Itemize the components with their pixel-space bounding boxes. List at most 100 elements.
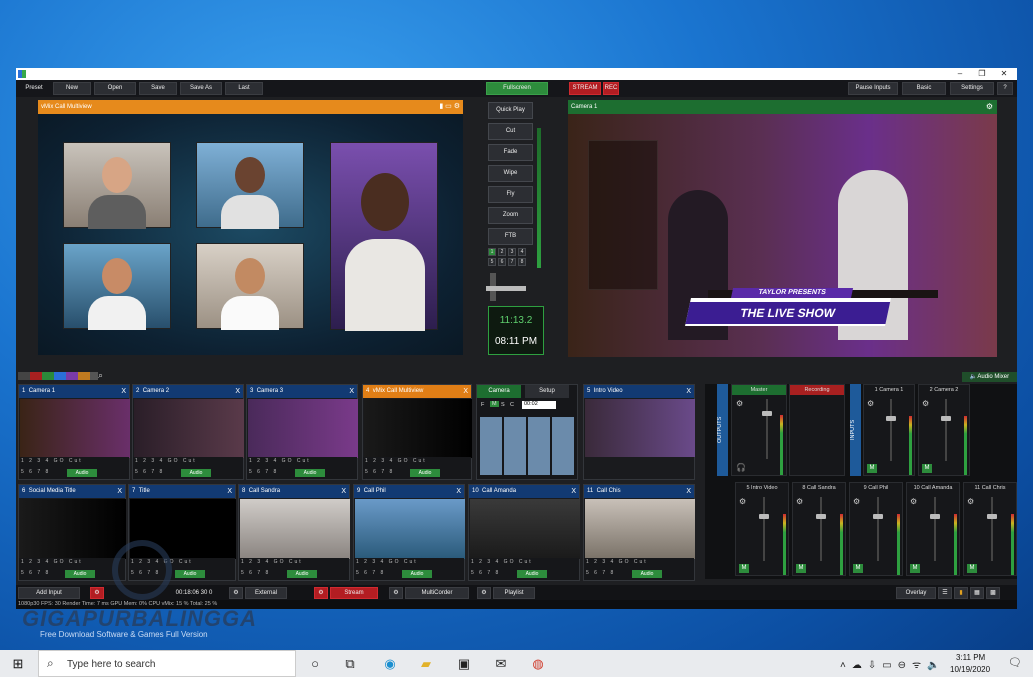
transition-8[interactable]: 8 — [518, 258, 526, 266]
wipe-button[interactable]: Wipe — [488, 165, 533, 182]
call-m-button[interactable]: M — [490, 401, 499, 407]
chrome-icon[interactable]: ◍ — [528, 654, 548, 674]
master-fader[interactable] — [762, 411, 772, 416]
notification-icon[interactable]: 🗨 — [1008, 656, 1022, 669]
channel-mute-button[interactable]: M — [867, 464, 877, 473]
cortana-icon[interactable]: ○ — [305, 654, 325, 674]
input-9-close-button[interactable]: X — [456, 485, 461, 498]
input-3-header[interactable]: 3 Camera 3X — [247, 385, 357, 398]
cut-button[interactable]: Cut — [488, 123, 533, 140]
input-10-audio-button[interactable]: Audio — [517, 570, 547, 578]
channel-settings-icon[interactable]: ⚙ — [853, 497, 862, 506]
zoom-button[interactable]: Zoom — [488, 207, 533, 224]
channel-settings-icon[interactable]: ⚙ — [796, 497, 805, 506]
input-1-header[interactable]: 1 Camera 1X — [19, 385, 129, 398]
channel-settings-icon[interactable]: ⚙ — [967, 497, 976, 506]
input-6-audio-button[interactable]: Audio — [65, 570, 95, 578]
search-icon[interactable]: ⌕ — [98, 370, 103, 381]
channel-mute-button[interactable]: M — [739, 564, 749, 573]
t-bar-handle[interactable] — [486, 286, 526, 291]
input-1-audio-button[interactable]: Audio — [67, 469, 97, 477]
channel-mute-button[interactable]: M — [910, 564, 920, 573]
channel-fader[interactable] — [941, 415, 951, 421]
input-7-close-button[interactable]: X — [227, 485, 232, 498]
channel-settings-icon[interactable]: ⚙ — [867, 399, 876, 408]
channel-settings-icon[interactable]: ⚙ — [739, 497, 748, 506]
input-4-header[interactable]: 4 vMix Call Multiview X — [363, 385, 471, 398]
input-10[interactable]: 10 Call Amanda X 1 2 3 4 GO Cut 5 6 7 8 Audi… — [468, 484, 580, 581]
input-4-close-button[interactable]: X — [463, 385, 468, 398]
task-view-icon[interactable]: ⧉ — [340, 654, 360, 674]
transition-3[interactable]: 3 — [508, 248, 516, 256]
output-pane[interactable]: Camera 1 ⚙ TAYLOR PRESENTS THE LIVE SHOW — [568, 100, 997, 357]
basic-button[interactable]: Basic — [902, 82, 946, 95]
fullscreen-button[interactable]: Fullscreen — [486, 82, 548, 95]
quick-play-button[interactable]: Quick Play — [488, 102, 533, 119]
input-7-audio-button[interactable]: Audio — [175, 570, 205, 578]
input-7-header[interactable]: 7 Title X — [129, 485, 235, 498]
input-9-header[interactable]: 9 Call Phil X — [354, 485, 464, 498]
save-as-button[interactable]: Save As — [180, 82, 222, 95]
ftb-button[interactable]: FTB — [488, 228, 533, 245]
input-3[interactable]: 3 Camera 3X1 2 3 4 GO Cut 5 6 7 8 Audio — [246, 384, 358, 480]
chart-view-icon[interactable]: ▮ — [954, 587, 968, 599]
master-headphones-icon[interactable]: 🎧 — [736, 463, 746, 472]
input-6-header[interactable]: 6 Social Media Title X — [19, 485, 125, 498]
input-10-close-button[interactable]: X — [571, 485, 576, 498]
channel-settings-icon[interactable]: ⚙ — [922, 399, 931, 408]
store-icon[interactable]: ▣ — [454, 654, 474, 674]
transition-6[interactable]: 6 — [498, 258, 506, 266]
transition-2[interactable]: 2 — [498, 248, 506, 256]
input-9-audio-button[interactable]: Audio — [402, 570, 432, 578]
channel-fader[interactable] — [873, 514, 883, 520]
grid-view-icon[interactable]: ▦ — [970, 587, 984, 599]
channel-fader[interactable] — [886, 415, 896, 421]
channel-fader[interactable] — [987, 514, 997, 520]
input-5-header[interactable]: 5 Intro Video X — [584, 385, 694, 398]
input-4-buttons-row2[interactable]: 5 6 7 8 — [365, 469, 394, 475]
multicorder-settings-button[interactable]: ⚙ — [389, 587, 403, 599]
input-10-buttons-row2[interactable]: 5 6 7 8 — [471, 570, 500, 576]
new-button[interactable]: New — [53, 82, 91, 95]
input-2-buttons-row1[interactable]: 1 2 3 4 GO Cut — [135, 458, 197, 464]
channel-settings-icon[interactable]: ⚙ — [910, 497, 919, 506]
input-8-close-button[interactable]: X — [341, 485, 346, 498]
channel-mute-button[interactable]: M — [853, 564, 863, 573]
input-2-buttons-row2[interactable]: 5 6 7 8 — [135, 469, 164, 475]
input-2-audio-button[interactable]: Audio — [181, 469, 211, 477]
fly-button[interactable]: Fly — [488, 186, 533, 203]
input-3-buttons-row1[interactable]: 1 2 3 4 GO Cut — [249, 458, 311, 464]
input-2-close-button[interactable]: X — [235, 385, 240, 398]
input-4-audio-button[interactable]: Audio — [410, 469, 440, 477]
input-11[interactable]: 11 Call Chis X 1 2 3 4 GO Cut 5 6 7 8 Audio — [583, 484, 695, 581]
playlist-settings-button[interactable]: ⚙ — [477, 587, 491, 599]
channel-fader[interactable] — [816, 514, 826, 520]
minimize-button[interactable]: – — [949, 68, 971, 80]
input-11-buttons-row2[interactable]: 5 6 7 8 — [586, 570, 615, 576]
pause-inputs-button[interactable]: Pause Inputs — [848, 82, 898, 95]
mail-icon[interactable]: ✉ — [491, 654, 511, 674]
input-9-buttons-row2[interactable]: 5 6 7 8 — [356, 570, 385, 576]
input-9[interactable]: 9 Call Phil X 1 2 3 4 GO Cut 5 6 7 8 Audio — [353, 484, 465, 581]
file-explorer-icon[interactable]: ▰ — [416, 654, 436, 674]
input-5[interactable]: 5 Intro Video X — [583, 384, 695, 480]
input-5-close-button[interactable]: X — [686, 385, 691, 398]
close-window-button[interactable]: ✕ — [993, 68, 1015, 80]
input-9-buttons-row1[interactable]: 1 2 3 4 GO Cut — [356, 559, 418, 565]
transition-5[interactable]: 5 — [488, 258, 496, 266]
multi-view-icon[interactable]: ▩ — [986, 587, 1000, 599]
record-button[interactable]: ⚙ — [90, 587, 104, 599]
input-1-close-button[interactable]: X — [121, 385, 126, 398]
input-11-header[interactable]: 11 Call Chis X — [584, 485, 694, 498]
call-thumbnail-grid[interactable] — [480, 417, 575, 475]
input-6-close-button[interactable]: X — [117, 485, 122, 498]
input-11-close-button[interactable]: X — [686, 485, 691, 498]
channel-mute-button[interactable]: M — [796, 564, 806, 573]
input-1-buttons-row1[interactable]: 1 2 3 4 GO Cut — [21, 458, 83, 464]
input-3-audio-button[interactable]: Audio — [295, 469, 325, 477]
transition-4[interactable]: 4 — [518, 248, 526, 256]
input-8-audio-button[interactable]: Audio — [287, 570, 317, 578]
input-10-header[interactable]: 10 Call Amanda X — [469, 485, 579, 498]
preset-button[interactable]: Preset — [19, 82, 49, 95]
input-3-close-button[interactable]: X — [349, 385, 354, 398]
